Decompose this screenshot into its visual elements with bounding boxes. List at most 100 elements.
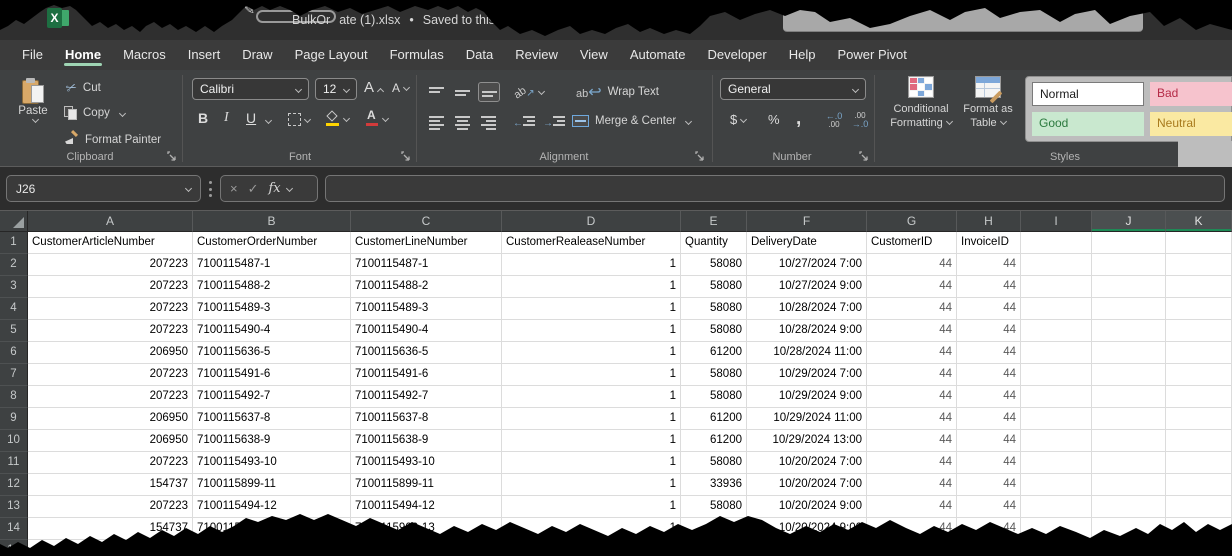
- cell-j4[interactable]: [1092, 298, 1166, 320]
- cell-g4[interactable]: 44: [867, 298, 957, 320]
- cell-k14[interactable]: [1166, 518, 1232, 540]
- tab-file[interactable]: File: [22, 40, 43, 70]
- align-top-button[interactable]: [426, 80, 448, 100]
- name-box[interactable]: J26: [6, 175, 201, 202]
- style-swatch-good[interactable]: Good: [1032, 112, 1144, 136]
- cell-f2[interactable]: 10/27/2024 7:00: [747, 254, 867, 276]
- cell-d12[interactable]: 1: [502, 474, 681, 496]
- cell-h4[interactable]: 44: [957, 298, 1021, 320]
- cell-e8[interactable]: 58080: [681, 386, 747, 408]
- cell-c2[interactable]: 7100115487-1: [351, 254, 502, 276]
- cell-f1[interactable]: DeliveryDate: [747, 232, 867, 254]
- cell-d2[interactable]: 1: [502, 254, 681, 276]
- cell-j7[interactable]: [1092, 364, 1166, 386]
- cell-i14[interactable]: [1021, 518, 1092, 540]
- cell-b3[interactable]: 7100115488-2: [193, 276, 351, 298]
- tab-page-layout[interactable]: Page Layout: [295, 40, 368, 70]
- cell-i10[interactable]: [1021, 430, 1092, 452]
- column-header-b[interactable]: B: [193, 211, 351, 232]
- decrease-indent-button[interactable]: ←: [512, 112, 536, 132]
- cell-b10[interactable]: 7100115638-9: [193, 430, 351, 452]
- cell-f8[interactable]: 10/29/2024 9:00: [747, 386, 867, 408]
- title-chevron-down-icon[interactable]: [615, 11, 628, 24]
- style-swatch-normal[interactable]: Normal: [1032, 82, 1144, 106]
- cell-g8[interactable]: 44: [867, 386, 957, 408]
- cell-i4[interactable]: [1021, 298, 1092, 320]
- format-as-table-button[interactable]: Format as Table: [956, 76, 1020, 130]
- cut-button[interactable]: ✂ Cut: [66, 80, 101, 96]
- cell-a6[interactable]: 206950: [28, 342, 193, 364]
- cell-d11[interactable]: 1: [502, 452, 681, 474]
- cell-h9[interactable]: 44: [957, 408, 1021, 430]
- cell-i8[interactable]: [1021, 386, 1092, 408]
- tab-macros[interactable]: Macros: [123, 40, 166, 70]
- cell-f4[interactable]: 10/28/2024 7:00: [747, 298, 867, 320]
- cell-h14[interactable]: 44: [957, 518, 1021, 540]
- font-color-button[interactable]: A: [366, 110, 388, 128]
- cell-a10[interactable]: 206950: [28, 430, 193, 452]
- cell-g3[interactable]: 44: [867, 276, 957, 298]
- cell-a12[interactable]: 154737: [28, 474, 193, 496]
- cell-k10[interactable]: [1166, 430, 1232, 452]
- cell-a5[interactable]: 207223: [28, 320, 193, 342]
- cell-j15[interactable]: [1092, 540, 1166, 556]
- cell-b13[interactable]: 7100115494-12: [193, 496, 351, 518]
- cell-k6[interactable]: [1166, 342, 1232, 364]
- cell-e10[interactable]: 61200: [681, 430, 747, 452]
- font-size-combo[interactable]: 12: [315, 78, 357, 100]
- cell-e11[interactable]: 58080: [681, 452, 747, 474]
- cell-i12[interactable]: [1021, 474, 1092, 496]
- column-header-h[interactable]: H: [957, 211, 1021, 232]
- select-all-corner[interactable]: [0, 211, 28, 232]
- cell-g12[interactable]: 44: [867, 474, 957, 496]
- search-box[interactable]: [783, 8, 1143, 32]
- cell-h7[interactable]: 44: [957, 364, 1021, 386]
- tab-draw[interactable]: Draw: [242, 40, 272, 70]
- cell-k15[interactable]: [1166, 540, 1232, 556]
- column-header-i[interactable]: I: [1021, 211, 1092, 232]
- shrink-font-button[interactable]: A: [392, 81, 409, 95]
- cell-f11[interactable]: 10/20/2024 7:00: [747, 452, 867, 474]
- cell-j11[interactable]: [1092, 452, 1166, 474]
- cell-b6[interactable]: 7100115636-5: [193, 342, 351, 364]
- cell-b1[interactable]: CustomerOrderNumber: [193, 232, 351, 254]
- cell-c3[interactable]: 7100115488-2: [351, 276, 502, 298]
- cell-d1[interactable]: CustomerRealeaseNumber: [502, 232, 681, 254]
- cell-d3[interactable]: 1: [502, 276, 681, 298]
- cell-c4[interactable]: 7100115489-3: [351, 298, 502, 320]
- cell-f7[interactable]: 10/29/2024 7:00: [747, 364, 867, 386]
- currency-button[interactable]: $: [730, 112, 746, 127]
- cell-d6[interactable]: 1: [502, 342, 681, 364]
- cell-a11[interactable]: 207223: [28, 452, 193, 474]
- cell-k12[interactable]: [1166, 474, 1232, 496]
- row-header-10[interactable]: 10: [0, 430, 28, 452]
- column-header-d[interactable]: D: [502, 211, 681, 232]
- cell-b9[interactable]: 7100115637-8: [193, 408, 351, 430]
- cell-b7[interactable]: 7100115491-6: [193, 364, 351, 386]
- cell-f15[interactable]: [747, 540, 867, 556]
- cell-h12[interactable]: 44: [957, 474, 1021, 496]
- align-middle-button[interactable]: [452, 83, 474, 103]
- merge-center-button[interactable]: Merge & Center: [572, 115, 691, 127]
- paste-button[interactable]: Paste: [10, 76, 56, 152]
- cell-c15[interactable]: [351, 540, 502, 556]
- row-header-7[interactable]: 7: [0, 364, 28, 386]
- cell-i7[interactable]: [1021, 364, 1092, 386]
- cell-e9[interactable]: 61200: [681, 408, 747, 430]
- cell-e2[interactable]: 58080: [681, 254, 747, 276]
- column-header-k[interactable]: K: [1166, 211, 1232, 232]
- cell-c6[interactable]: 7100115636-5: [351, 342, 502, 364]
- italic-button[interactable]: I: [224, 110, 229, 126]
- cell-c14[interactable]: 7100115900-13: [351, 518, 502, 540]
- row-header-8[interactable]: 8: [0, 386, 28, 408]
- align-bottom-button[interactable]: [478, 82, 500, 102]
- cell-e6[interactable]: 61200: [681, 342, 747, 364]
- cell-c7[interactable]: 7100115491-6: [351, 364, 502, 386]
- clipboard-dialog-launcher-icon[interactable]: [166, 150, 178, 162]
- cell-f6[interactable]: 10/28/2024 11:00: [747, 342, 867, 364]
- cell-d7[interactable]: 1: [502, 364, 681, 386]
- orientation-button[interactable]: ab↗: [514, 83, 544, 101]
- number-format-combo[interactable]: General: [720, 78, 866, 100]
- cell-h2[interactable]: 44: [957, 254, 1021, 276]
- cell-k7[interactable]: [1166, 364, 1232, 386]
